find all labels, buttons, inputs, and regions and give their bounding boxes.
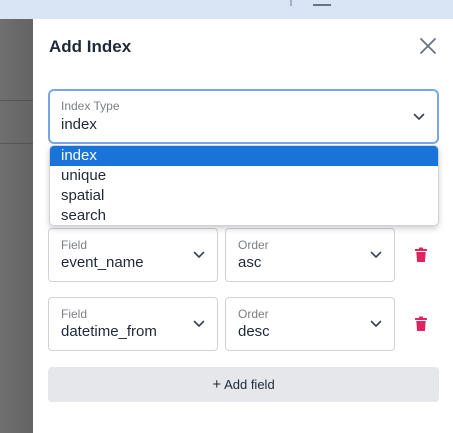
dropdown-option[interactable]: unique	[50, 166, 438, 186]
trash-icon[interactable]	[414, 316, 428, 332]
top-bar-control[interactable]	[313, 0, 331, 6]
index-type-dropdown: index unique spatial search	[49, 145, 439, 226]
field-value: datetime_from	[61, 323, 157, 340]
order-label: Order	[238, 238, 269, 252]
order-value: desc	[238, 323, 270, 340]
field-select[interactable]: Field event_name	[48, 228, 218, 282]
order-label: Order	[238, 307, 269, 321]
chevron-down-icon	[193, 251, 205, 258]
dropdown-option[interactable]: spatial	[50, 186, 438, 206]
chevron-down-icon	[370, 320, 382, 327]
add-index-panel: Add Index Index Type index Field event_n…	[33, 19, 453, 433]
order-value: asc	[238, 254, 262, 271]
index-type-select[interactable]: Index Type index	[48, 89, 439, 144]
field-select[interactable]: Field datetime_from	[48, 297, 218, 351]
field-value: event_name	[61, 254, 144, 271]
index-type-value: index	[61, 116, 97, 133]
index-type-label: Index Type	[61, 99, 120, 113]
field-label: Field	[61, 238, 88, 252]
dropdown-option[interactable]: index	[50, 146, 438, 166]
order-select[interactable]: Order desc	[225, 297, 395, 351]
chevron-down-icon	[370, 251, 382, 258]
chevron-down-icon	[193, 320, 205, 327]
field-label: Field	[61, 307, 88, 321]
trash-icon[interactable]	[414, 247, 428, 263]
top-bar	[0, 0, 453, 19]
chevron-down-icon	[413, 113, 425, 120]
panel-title: Add Index	[49, 37, 132, 56]
dropdown-option[interactable]: search	[50, 206, 438, 225]
add-field-button[interactable]: + Add field	[48, 367, 439, 402]
order-select[interactable]: Order asc	[225, 228, 395, 282]
add-field-label: Add field	[224, 377, 275, 392]
backdrop-shadow	[0, 19, 33, 433]
page-backdrop[interactable]	[0, 19, 33, 433]
plus-icon: +	[212, 376, 222, 393]
close-icon[interactable]	[418, 36, 438, 56]
top-bar-marker	[290, 0, 292, 6]
